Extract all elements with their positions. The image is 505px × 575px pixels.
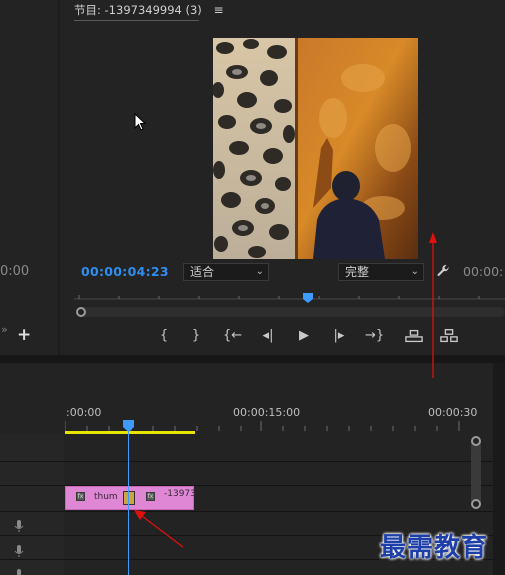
playback-quality-select[interactable]: 完整 ⌄ bbox=[338, 263, 424, 281]
track-separator bbox=[0, 461, 495, 462]
scrollbar-handle[interactable] bbox=[471, 499, 481, 509]
expand-chevrons-icon[interactable]: » bbox=[1, 323, 8, 336]
microphone-icon[interactable] bbox=[13, 519, 25, 533]
playhead-line[interactable] bbox=[128, 431, 129, 575]
lift-icon[interactable] bbox=[405, 326, 423, 346]
tab-underline bbox=[74, 20, 199, 21]
microphone-icon[interactable] bbox=[13, 568, 25, 575]
source-timecode: 0:00 bbox=[0, 264, 30, 279]
mouse-pointer-icon bbox=[134, 113, 146, 131]
ruler-label: 00:00:15:00 bbox=[233, 406, 301, 419]
video-clip[interactable]: fx thum fx -13973 bbox=[65, 486, 196, 510]
scrollbar-handle[interactable] bbox=[471, 436, 481, 446]
hamburger-menu-icon[interactable]: ≡ bbox=[213, 3, 223, 17]
playback-quality-value: 完整 bbox=[345, 265, 370, 279]
panel-edge bbox=[493, 363, 505, 575]
clip-label: thum bbox=[94, 492, 118, 502]
fx-badge-icon: fx bbox=[146, 492, 155, 501]
mark-in-icon[interactable]: { bbox=[155, 326, 173, 346]
ruler-label: :00:00 bbox=[66, 406, 102, 419]
chevron-down-icon: ⌄ bbox=[255, 266, 264, 277]
current-timecode[interactable]: 00:00:04:23 bbox=[81, 264, 169, 279]
program-monitor: 节目: -1397349994 (3) ≡ 00:00:04:23 适合 ⌄ 完… bbox=[60, 0, 505, 355]
step-back-icon[interactable]: ◂| bbox=[259, 326, 277, 346]
monitor-title[interactable]: 节目: -1397349994 (3) bbox=[74, 2, 202, 18]
ruler-label: 00:00:30 bbox=[428, 406, 478, 419]
duration-timecode: 00:00: bbox=[463, 264, 504, 279]
clip-label: -13973 bbox=[164, 489, 196, 499]
zoom-fit-select[interactable]: 适合 ⌄ bbox=[183, 263, 269, 281]
watermark-logo: 最需教育 bbox=[380, 533, 489, 563]
step-forward-icon[interactable]: |▸ bbox=[330, 326, 348, 346]
mark-out-icon[interactable]: } bbox=[187, 326, 205, 346]
microphone-icon[interactable] bbox=[13, 544, 25, 558]
go-to-in-icon[interactable]: {← bbox=[223, 326, 242, 346]
video-preview[interactable] bbox=[213, 38, 418, 259]
vertical-scrollbar[interactable] bbox=[471, 438, 481, 508]
zoom-scrollbar-handle[interactable] bbox=[76, 307, 86, 317]
chevron-down-icon: ⌄ bbox=[410, 266, 419, 277]
transport-controls: { } {← ◂| ▶ |▸ →} bbox=[155, 326, 485, 346]
track-headers bbox=[0, 434, 64, 575]
play-icon[interactable]: ▶ bbox=[295, 326, 313, 346]
zoom-scrollbar[interactable] bbox=[76, 307, 505, 317]
mini-time-ruler[interactable] bbox=[74, 294, 505, 300]
transition-join-icon[interactable] bbox=[123, 491, 135, 505]
add-button[interactable]: + bbox=[17, 327, 31, 344]
project-panel: 0:00 » + bbox=[0, 0, 58, 355]
track-separator bbox=[0, 511, 495, 512]
zoom-fit-value: 适合 bbox=[190, 265, 215, 279]
monitor-playhead[interactable] bbox=[303, 293, 313, 303]
panel-divider[interactable] bbox=[0, 355, 505, 363]
fx-badge-icon: fx bbox=[76, 492, 85, 501]
wrench-icon[interactable] bbox=[436, 264, 450, 278]
video-frame-image bbox=[213, 38, 418, 259]
extract-icon[interactable] bbox=[440, 326, 458, 346]
go-to-out-icon[interactable]: →} bbox=[365, 326, 384, 346]
monitor-header: 节目: -1397349994 (3) ≡ bbox=[74, 2, 224, 20]
